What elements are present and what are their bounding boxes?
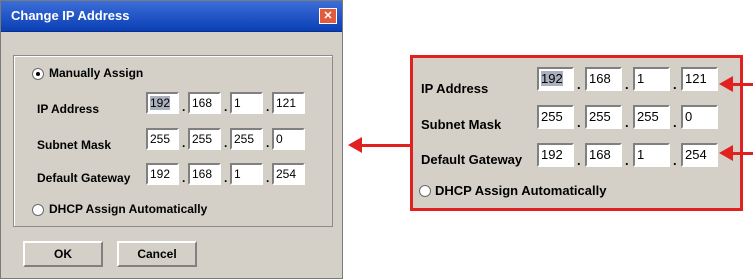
zoom-ip-octet-1[interactable]: 192	[537, 67, 574, 91]
zoom-default-gateway-label: Default Gateway	[421, 152, 523, 167]
zoom-gw-octet-1[interactable]: 192	[537, 143, 574, 167]
gateway-arrow-line	[732, 152, 753, 155]
gw-dot-3: .	[266, 171, 270, 185]
zoom-mask-octet-2[interactable]: 255	[585, 105, 622, 129]
subnet-mask-label: Subnet Mask	[37, 138, 112, 152]
zoom-mask-octet-4[interactable]: 0	[681, 105, 718, 129]
zoom-gw-octet-4[interactable]: 254	[681, 143, 718, 167]
manually-assign-radio[interactable]	[32, 68, 44, 80]
zoom-gw-dot-1: .	[577, 153, 581, 168]
gw-octet-1[interactable]: 192	[146, 163, 179, 185]
callout-arrow-left-icon	[348, 137, 362, 153]
zoom-mask-dot-2: .	[625, 115, 629, 130]
mask-octet-4[interactable]: 0	[272, 128, 305, 150]
zoom-ip-dot-1: .	[577, 77, 581, 92]
gateway-arrow-icon	[719, 145, 733, 161]
dialog-titlebar[interactable]: Change IP Address ✕	[1, 1, 342, 32]
zoom-ip-octet-4[interactable]: 121	[681, 67, 718, 91]
zoom-mask-dot-1: .	[577, 115, 581, 130]
ip-dot-2: .	[224, 100, 228, 114]
mask-octet-2[interactable]: 255	[188, 128, 221, 150]
dialog-title: Change IP Address	[11, 8, 130, 23]
gw-dot-1: .	[182, 171, 186, 185]
ip-octet-4[interactable]: 121	[272, 92, 305, 114]
mask-dot-2: .	[224, 136, 228, 150]
mask-octet-1[interactable]: 255	[146, 128, 179, 150]
ip-dot-3: .	[266, 100, 270, 114]
gw-octet-4[interactable]: 254	[272, 163, 305, 185]
change-ip-dialog: Change IP Address ✕ Manually Assign IP A…	[0, 0, 343, 279]
zoom-ip-octet-1-value: 192	[541, 71, 563, 86]
zoom-mask-octet-1[interactable]: 255	[537, 105, 574, 129]
gw-dot-2: .	[224, 171, 228, 185]
callout-arrow-left-line	[360, 144, 410, 147]
ip-arrow-icon	[719, 76, 733, 92]
mask-dot-1: .	[182, 136, 186, 150]
zoom-gw-octet-3[interactable]: 1	[633, 143, 670, 167]
zoom-gw-dot-3: .	[673, 153, 677, 168]
zoom-mask-octet-3[interactable]: 255	[633, 105, 670, 129]
close-icon[interactable]: ✕	[319, 8, 337, 24]
ip-octet-2[interactable]: 168	[188, 92, 221, 114]
gw-octet-3[interactable]: 1	[230, 163, 263, 185]
ip-octet-3[interactable]: 1	[230, 92, 263, 114]
gw-octet-2[interactable]: 168	[188, 163, 221, 185]
mask-dot-3: .	[266, 136, 270, 150]
ip-arrow-line	[732, 83, 753, 86]
zoom-ip-dot-3: .	[673, 77, 677, 92]
zoom-subnet-mask-label: Subnet Mask	[421, 117, 502, 132]
zoom-gw-dot-2: .	[625, 153, 629, 168]
mask-octet-3[interactable]: 255	[230, 128, 263, 150]
ip-address-label: IP Address	[37, 102, 100, 116]
zoom-ip-dot-2: .	[625, 77, 629, 92]
zoom-dhcp-radio[interactable]	[419, 185, 431, 197]
zoom-mask-dot-3: .	[673, 115, 677, 130]
zoom-ip-address-label: IP Address	[421, 81, 489, 96]
zoom-dhcp-label: DHCP Assign Automatically	[435, 183, 607, 198]
zoom-ip-octet-2[interactable]: 168	[585, 67, 622, 91]
ip-octet-1-value: 192	[150, 96, 171, 110]
dhcp-label: DHCP Assign Automatically	[49, 202, 208, 216]
ip-dot-1: .	[182, 100, 186, 114]
zoomed-settings-panel: IP Address 192 . 168 . 1 . 121 Subnet Ma…	[410, 55, 743, 211]
ip-octet-1[interactable]: 192	[146, 92, 179, 114]
manually-assign-label: Manually Assign	[49, 66, 144, 80]
zoom-ip-octet-3[interactable]: 1	[633, 67, 670, 91]
ok-button[interactable]: OK	[23, 241, 103, 267]
default-gateway-label: Default Gateway	[37, 171, 131, 185]
zoom-gw-octet-2[interactable]: 168	[585, 143, 622, 167]
dhcp-radio[interactable]	[32, 204, 44, 216]
cancel-button[interactable]: Cancel	[117, 241, 197, 267]
